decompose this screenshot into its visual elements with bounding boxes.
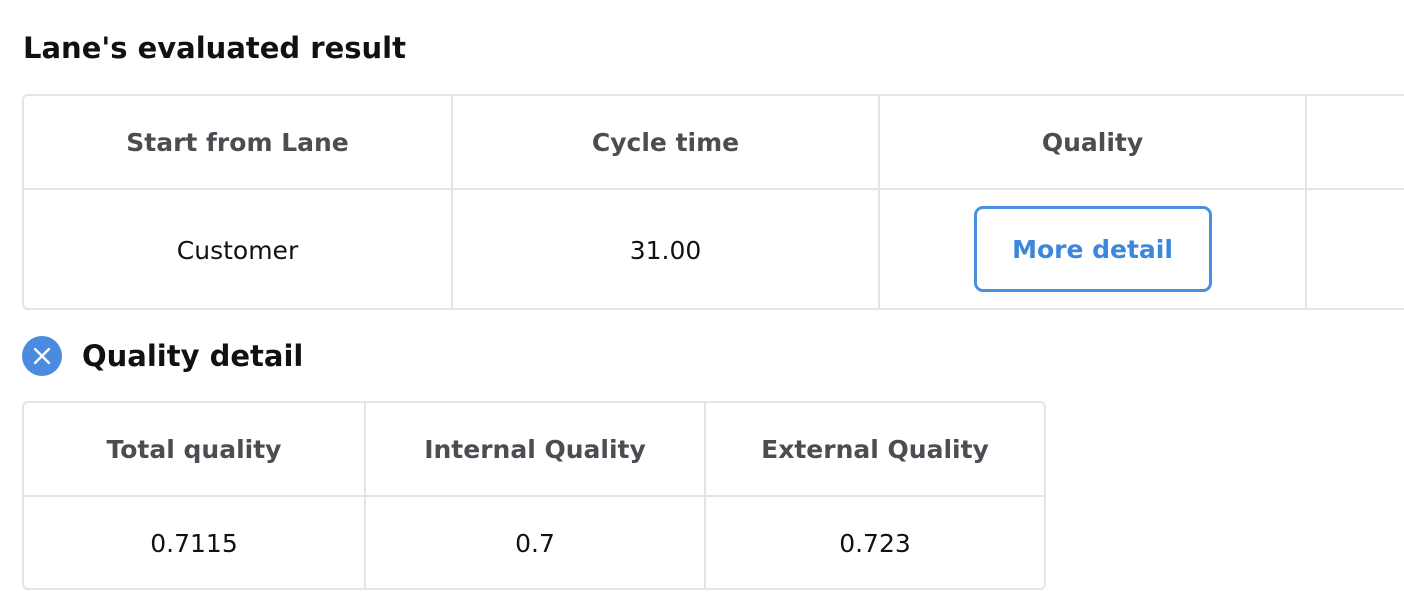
cell-total-quality: 0.7115	[24, 497, 366, 590]
table-header-row: Start from Lane Cycle time Quality	[24, 96, 1404, 188]
quality-detail-header: Quality detail	[22, 334, 303, 378]
cell-cycle-time: 31.00	[453, 190, 880, 310]
cell-quality: More detail	[880, 190, 1307, 310]
header-external-quality: External Quality	[761, 434, 989, 464]
table-row: 0.7115 0.7 0.723	[24, 495, 1044, 590]
quality-detail-title: Quality detail	[82, 339, 304, 373]
more-detail-button[interactable]: More detail	[973, 206, 1212, 292]
header-start-from-lane: Start from Lane	[24, 96, 453, 188]
header-total-quality: Total quality	[24, 403, 366, 495]
page: Lane's evaluated result Start from Lane …	[0, 0, 1404, 616]
close-icon[interactable]	[22, 336, 62, 376]
cell-start-from-lane: Customer	[24, 190, 453, 310]
header-quality: Quality	[880, 96, 1307, 188]
header-internal-quality: Internal Quality	[366, 403, 706, 495]
cell-empty	[1307, 190, 1404, 310]
header-cycle-time: Cycle time	[453, 96, 880, 188]
header-empty	[1307, 96, 1404, 188]
quality-detail-table: Total quality Internal Quality External …	[22, 401, 1046, 590]
cell-external-quality: 0.723	[839, 529, 911, 558]
result-title: Lane's evaluated result	[23, 31, 406, 65]
table-header-row: Total quality Internal Quality External …	[24, 403, 1044, 495]
result-table: Start from Lane Cycle time Quality Custo…	[22, 94, 1404, 310]
table-row: Customer 31.00 More detail	[24, 188, 1404, 310]
cell-internal-quality: 0.7	[366, 497, 706, 590]
